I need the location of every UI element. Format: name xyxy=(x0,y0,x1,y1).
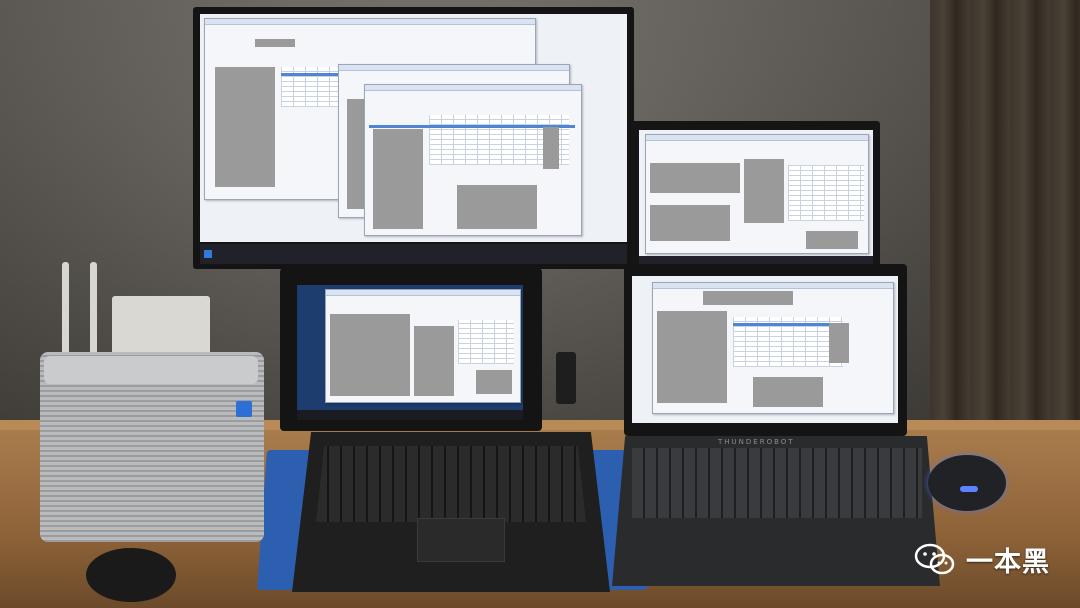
main-monitor xyxy=(193,7,634,269)
window-titlebar xyxy=(326,290,520,296)
app-window xyxy=(325,289,521,403)
selected-row xyxy=(733,323,843,326)
watermark-text: 一本黑 xyxy=(966,547,1050,578)
redacted-block xyxy=(650,205,730,241)
redacted-block xyxy=(414,326,454,396)
app-window xyxy=(652,282,894,414)
window-titlebar xyxy=(205,19,535,25)
mini-pc-top xyxy=(44,356,258,384)
redacted-block xyxy=(829,323,849,363)
laptop-left-touchpad xyxy=(417,518,505,562)
mouse-left xyxy=(86,548,176,602)
app-window-front xyxy=(364,84,582,236)
selected-row xyxy=(281,73,341,76)
laptop-left xyxy=(280,268,542,431)
mouse-right xyxy=(928,455,1006,511)
secondary-display xyxy=(632,121,880,273)
data-grid xyxy=(458,320,514,364)
intel-sticker-icon xyxy=(236,401,252,417)
app-window xyxy=(645,134,869,254)
redacted-block xyxy=(703,291,793,305)
redacted-block xyxy=(657,311,727,403)
photo-scene: THUNDEROBOT 一本黑 xyxy=(0,0,1080,608)
redacted-block xyxy=(543,127,559,169)
mouse-led xyxy=(960,486,978,492)
laptop-left-keyboard xyxy=(316,446,586,522)
start-icon xyxy=(204,250,212,258)
window-titlebar xyxy=(339,65,569,71)
redacted-block xyxy=(744,159,784,223)
laptop-right-keyboard xyxy=(632,448,922,518)
router xyxy=(112,296,210,360)
usb-hub xyxy=(556,352,576,404)
laptop-right-screen xyxy=(632,276,898,423)
redacted-block xyxy=(255,39,295,47)
laptop-right xyxy=(624,264,907,436)
laptop-left-screen xyxy=(297,285,523,410)
redacted-block xyxy=(806,231,858,249)
redacted-block xyxy=(457,185,537,229)
redacted-block xyxy=(476,370,512,394)
window-titlebar xyxy=(653,283,893,289)
redacted-block xyxy=(215,67,275,187)
router-antenna xyxy=(90,262,97,366)
redacted-block xyxy=(330,314,410,396)
redacted-block xyxy=(753,377,823,407)
main-monitor-screen xyxy=(200,14,627,242)
window-titlebar xyxy=(646,135,868,141)
redacted-block xyxy=(650,163,740,193)
watermark: 一本黑 xyxy=(914,540,1050,579)
laptop-brand: THUNDEROBOT xyxy=(718,438,795,446)
windows-taskbar xyxy=(297,410,523,420)
secondary-screen xyxy=(639,130,873,256)
data-grid xyxy=(788,165,864,221)
wechat-icon xyxy=(914,542,956,578)
window-titlebar xyxy=(365,85,581,91)
windows-taskbar xyxy=(200,244,627,264)
redacted-block xyxy=(373,129,423,229)
